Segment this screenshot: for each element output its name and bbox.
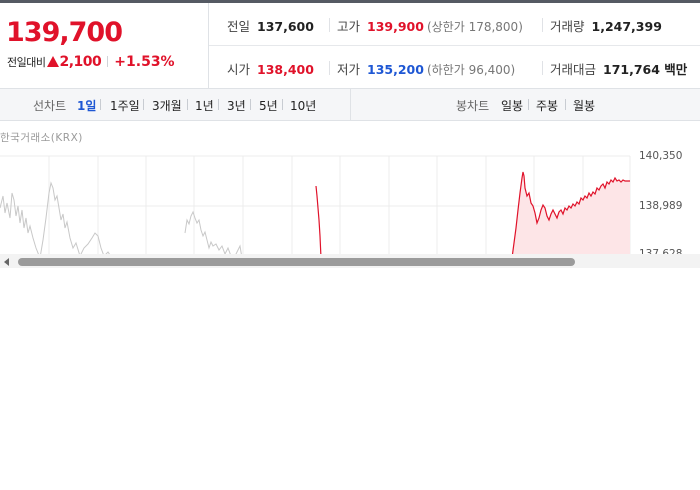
price-area-fill: [512, 172, 630, 256]
divider: [542, 61, 543, 75]
divider: [565, 99, 566, 110]
divider: [187, 99, 188, 110]
chart-period-tabs: 선차트 1일 1주일 3개월 1년 3년 5년 10년 봉차트 일봉 주봉 월봉: [0, 88, 700, 121]
divider: [107, 56, 109, 67]
divider: [329, 61, 330, 75]
tab-monthly-candle[interactable]: 월봉: [573, 97, 595, 114]
current-price: 139,700: [6, 17, 123, 48]
stat-label: 전일: [227, 19, 251, 34]
scroll-left-icon[interactable]: [4, 258, 9, 266]
divider: [329, 18, 330, 32]
change-label: 전일대비: [7, 56, 46, 69]
up-triangle-icon: [47, 56, 60, 67]
stat-value: 171,764 백만: [603, 62, 688, 77]
ghost-price-line: [0, 181, 112, 256]
stat-value: 135,200: [367, 62, 424, 77]
scrollbar-thumb[interactable]: [18, 258, 575, 266]
stat-value: 137,600: [257, 19, 314, 34]
stat-high: 고가 139,900 (상한가 178,800): [337, 16, 523, 35]
stat-open: 시가 138,400: [227, 59, 314, 78]
change-amount: 2,100: [59, 54, 102, 70]
tab-daily-candle[interactable]: 일봉: [501, 97, 523, 114]
divider: [250, 99, 251, 110]
stat-low: 저가 135,200 (하한가 96,400): [337, 59, 515, 78]
data-source-label: 한국거래소(KRX): [0, 132, 83, 144]
tab-5year[interactable]: 5년: [259, 97, 278, 114]
stat-limit: (상한가 178,800): [426, 20, 523, 34]
stat-value: 1,247,399: [591, 19, 662, 34]
change-row: 전일대비 2,100 +1.53%: [7, 54, 175, 70]
stat-prev-close: 전일 137,600: [227, 16, 314, 35]
divider: [542, 18, 543, 32]
stat-limit: (하한가 96,400): [426, 63, 516, 77]
y-tick-label: 140,350: [639, 150, 683, 162]
tab-1week[interactable]: 1주일: [110, 97, 140, 114]
line-chart-label: 선차트: [33, 99, 67, 113]
stat-label: 거래대금: [550, 62, 597, 77]
y-tick-label: 138,989: [639, 200, 683, 212]
candle-chart-label: 봉차트: [456, 99, 490, 113]
stats-row: 시가 138,400 저가 135,200 (하한가 96,400) 거래대금 171,…: [209, 46, 700, 88]
stat-label: 고가: [337, 19, 361, 34]
stat-label: 시가: [227, 62, 251, 77]
divider: [282, 99, 283, 110]
stat-value: 138,400: [257, 62, 314, 77]
spike-line: [315, 185, 322, 256]
tab-10year[interactable]: 10년: [290, 97, 316, 114]
stat-value: 139,900: [367, 19, 424, 34]
tab-1year[interactable]: 1년: [195, 97, 214, 114]
tab-1day[interactable]: 1일: [77, 97, 96, 114]
change-percent: +1.53%: [114, 54, 175, 70]
tab-3year[interactable]: 3년: [227, 97, 246, 114]
intraday-chart: 140,350 138,989 137,628: [0, 148, 700, 256]
stat-volume: 거래량 1,247,399: [550, 16, 662, 35]
divider: [143, 99, 144, 110]
stat-trade-value: 거래대금 171,764 백만: [550, 59, 687, 78]
divider: [528, 99, 529, 110]
tab-group-divider: [350, 89, 351, 120]
chart-canvas: [0, 155, 631, 256]
stat-label: 저가: [337, 62, 361, 77]
divider: [100, 99, 101, 110]
price-summary: 139,700 전일대비 2,100 +1.53%: [0, 3, 209, 88]
tab-weekly-candle[interactable]: 주봉: [536, 97, 558, 114]
divider: [218, 99, 219, 110]
stat-label: 거래량: [550, 19, 585, 34]
stats-row: 전일 137,600 고가 139,900 (상한가 178,800) 거래량 1,24…: [209, 3, 700, 46]
stats-panel: 전일 137,600 고가 139,900 (상한가 178,800) 거래량 1,24…: [209, 3, 700, 88]
tab-3month[interactable]: 3개월: [152, 97, 182, 114]
